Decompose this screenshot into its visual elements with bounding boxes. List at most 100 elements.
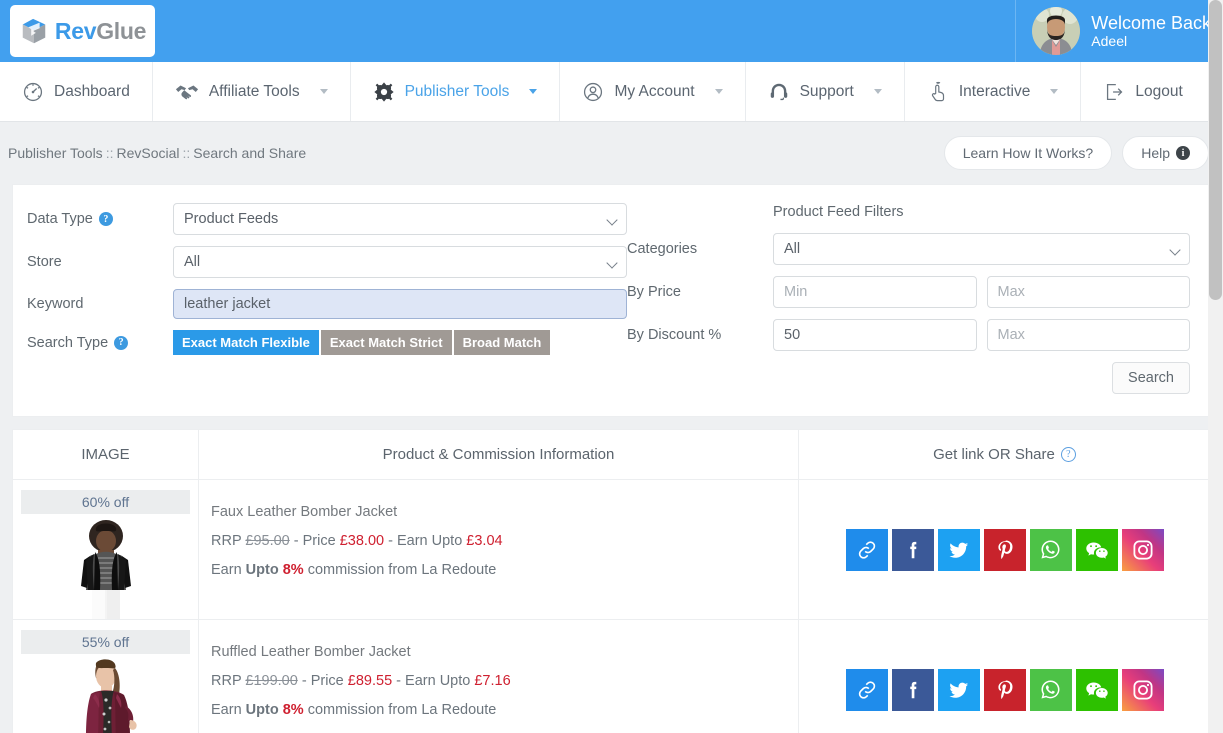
twitter-share-button[interactable]	[938, 529, 980, 571]
user-welcome-block[interactable]: Welcome Back Adeel	[1015, 0, 1223, 62]
keyword-row: Keyword	[27, 289, 627, 319]
data-type-label: Data Type	[27, 211, 93, 227]
column-header-product-info: Product & Commission Information	[199, 430, 799, 479]
keyword-input[interactable]	[173, 289, 627, 319]
status-badge: 60% off	[21, 490, 190, 514]
search-type-row: Search Type ? Exact Match Flexible Exact…	[27, 330, 627, 355]
avatar-photo	[1032, 7, 1080, 55]
column-header-share: Get link OR Share ?	[799, 430, 1210, 479]
facebook-share-button[interactable]	[892, 669, 934, 711]
chevron-down-icon[interactable]	[320, 89, 328, 94]
earn-label: Earn Upto	[397, 533, 462, 549]
copy-link-button[interactable]	[846, 669, 888, 711]
avatar[interactable]	[1032, 7, 1080, 55]
facebook-share-button[interactable]	[892, 529, 934, 571]
learn-how-it-works-button[interactable]: Learn How It Works?	[944, 136, 1112, 170]
commission-line: Earn Upto 8% commission from La Redoute	[211, 556, 798, 585]
nav-item-support[interactable]: Support	[746, 62, 905, 121]
chevron-down-icon[interactable]	[529, 89, 537, 94]
logo-glue-text: Glue	[96, 18, 146, 44]
by-discount-label: By Discount %	[627, 327, 721, 343]
whatsapp-icon	[1039, 678, 1062, 701]
breadcrumb-bar: Publisher Tools::RevSocial::Search and S…	[0, 122, 1223, 184]
instagram-share-button[interactable]	[1122, 669, 1164, 711]
commission-percent: 8%	[283, 562, 304, 578]
product-info-cell: Ruffled Leather Bomber Jacket RRP £199.0…	[199, 620, 799, 733]
nav-item-dashboard[interactable]: Dashboard	[0, 62, 153, 121]
share-cell	[799, 480, 1210, 619]
hand-tap-icon	[927, 81, 949, 103]
pinterest-share-button[interactable]	[984, 529, 1026, 571]
twitter-icon	[948, 679, 970, 701]
nav-item-publisher-tools[interactable]: Publisher Tools	[351, 62, 561, 121]
breadcrumb-item-search-and-share: Search and Share	[193, 145, 306, 161]
question-icon[interactable]: ?	[114, 336, 128, 350]
nav-item-interactive[interactable]: Interactive	[905, 62, 1082, 121]
discount-min-input[interactable]	[773, 319, 977, 351]
product-pricing-line: RRP £95.00 - Price £38.00 - Earn Upto £3…	[211, 527, 798, 556]
whatsapp-share-button[interactable]	[1030, 669, 1072, 711]
price-value: £38.00	[340, 533, 384, 549]
commission-upto: Upto	[246, 702, 279, 718]
column-header-share-label: Get link OR Share	[933, 446, 1055, 463]
info-icon: i	[1176, 146, 1190, 160]
wechat-share-button[interactable]	[1076, 669, 1118, 711]
question-circle-icon[interactable]: ?	[1061, 447, 1076, 462]
store-select[interactable]: All	[173, 246, 627, 278]
earn-label: Earn Upto	[405, 673, 470, 689]
wechat-share-button[interactable]	[1076, 529, 1118, 571]
revglue-logo[interactable]: RevGlue	[10, 5, 155, 57]
product-title[interactable]: Faux Leather Bomber Jacket	[211, 498, 798, 527]
nav-item-logout[interactable]: Logout	[1081, 62, 1204, 121]
nav-label-logout: Logout	[1135, 83, 1182, 101]
learn-how-it-works-label: Learn How It Works?	[963, 145, 1093, 161]
results-table-header: IMAGE Product & Commission Information G…	[13, 430, 1210, 480]
product-title[interactable]: Ruffled Leather Bomber Jacket	[211, 638, 798, 667]
store-select-wrap: All	[173, 246, 627, 278]
speedometer-icon	[22, 81, 44, 103]
search-button-row: Search	[627, 362, 1190, 394]
categories-select[interactable]: All	[773, 233, 1190, 265]
search-button[interactable]: Search	[1112, 362, 1190, 394]
question-icon[interactable]: ?	[99, 212, 113, 226]
chevron-down-icon[interactable]	[874, 89, 882, 94]
whatsapp-share-button[interactable]	[1030, 529, 1072, 571]
page-scrollbar[interactable]	[1208, 0, 1223, 733]
copy-link-button[interactable]	[846, 529, 888, 571]
nav-item-my-account[interactable]: My Account	[560, 62, 745, 121]
breadcrumb-item-publisher-tools[interactable]: Publisher Tools	[8, 145, 103, 161]
discount-max-input[interactable]	[987, 319, 1191, 351]
scrollbar-thumb[interactable]	[1209, 0, 1222, 300]
price-max-input[interactable]	[987, 276, 1191, 308]
search-type-exact-match-strict[interactable]: Exact Match Strict	[321, 330, 452, 355]
welcome-text: Welcome Back Adeel	[1091, 13, 1211, 50]
chevron-down-icon[interactable]	[715, 89, 723, 94]
product-feed-filters-title: Product Feed Filters	[773, 204, 1190, 220]
product-thumbnail[interactable]	[46, 514, 166, 619]
price-min-input[interactable]	[773, 276, 977, 308]
table-row: 60% off Faux Leat	[13, 480, 1210, 620]
welcome-greeting: Welcome Back	[1091, 13, 1211, 34]
nav-item-affiliate-tools[interactable]: Affiliate Tools	[153, 62, 351, 121]
store-label: Store	[27, 254, 62, 270]
search-type-exact-match-flexible[interactable]: Exact Match Flexible	[173, 330, 319, 355]
chevron-down-icon[interactable]	[1050, 89, 1058, 94]
link-icon	[856, 539, 878, 561]
pinterest-share-button[interactable]	[984, 669, 1026, 711]
breadcrumb-item-revsocial[interactable]: RevSocial	[116, 145, 179, 161]
search-type-label-group: Search Type ?	[27, 335, 173, 351]
instagram-share-button[interactable]	[1122, 529, 1164, 571]
share-button-group	[846, 529, 1164, 571]
help-button[interactable]: Help i	[1122, 136, 1209, 170]
search-type-broad-match[interactable]: Broad Match	[454, 330, 551, 355]
puzzle-icon	[373, 81, 395, 103]
data-type-select[interactable]: Product Feeds	[173, 203, 627, 235]
product-thumbnail[interactable]	[46, 654, 166, 733]
twitter-share-button[interactable]	[938, 669, 980, 711]
twitter-icon	[948, 539, 970, 561]
user-circle-icon	[582, 81, 604, 103]
revglue-cube-icon	[19, 16, 49, 46]
store-row: Store All	[27, 246, 627, 278]
by-discount-inputs	[773, 319, 1190, 351]
main-navigation: Dashboard Affiliate Tools Publisher Tool…	[0, 62, 1223, 122]
